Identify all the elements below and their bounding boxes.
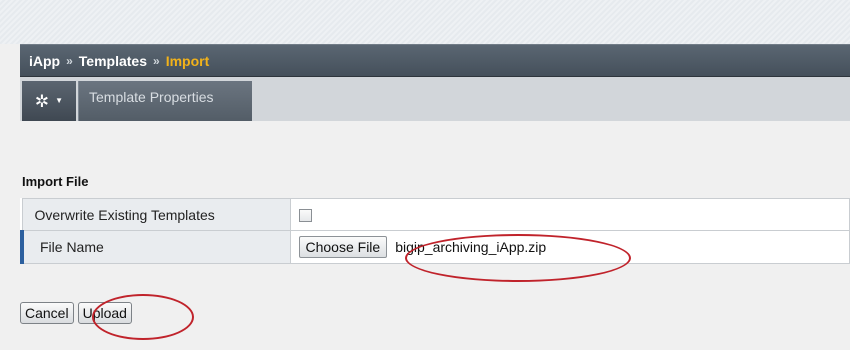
import-form-table: Overwrite Existing Templates File Name C… [20, 198, 850, 264]
overwrite-label: Overwrite Existing Templates [21, 198, 291, 231]
chevron-down-icon: ▼ [55, 96, 64, 105]
breadcrumb-item-iapp[interactable]: iApp [29, 53, 60, 69]
cancel-button[interactable]: Cancel [20, 302, 74, 324]
file-name-value-cell: Choose File bigip_archiving_iApp.zip [289, 230, 850, 264]
tab-template-properties[interactable]: Template Properties [78, 81, 252, 121]
breadcrumb-separator: » [153, 53, 160, 68]
breadcrumb-item-templates[interactable]: Templates [79, 53, 147, 69]
file-name-label: File Name [20, 230, 291, 264]
settings-menu-button[interactable]: ✲ ▼ [22, 81, 76, 121]
selected-file-name: bigip_archiving_iApp.zip [395, 239, 547, 255]
upload-button[interactable]: Upload [77, 302, 132, 324]
form-row-overwrite: Overwrite Existing Templates [21, 198, 850, 231]
section-title: Import File [22, 174, 89, 189]
gear-icon: ✲ [34, 91, 50, 111]
top-banner [0, 0, 850, 44]
breadcrumb: iApp » Templates » Import [20, 44, 850, 77]
breadcrumb-separator: » [66, 53, 73, 68]
overwrite-checkbox[interactable] [298, 209, 312, 223]
breadcrumb-current: Import [165, 52, 210, 69]
overwrite-value-cell [289, 198, 850, 231]
tab-bar: ✲ ▼ Template Properties [20, 77, 850, 121]
action-buttons: Cancel Upload [20, 302, 132, 324]
choose-file-button[interactable]: Choose File [298, 236, 388, 258]
form-row-file-name: File Name Choose File bigip_archiving_iA… [20, 230, 850, 264]
